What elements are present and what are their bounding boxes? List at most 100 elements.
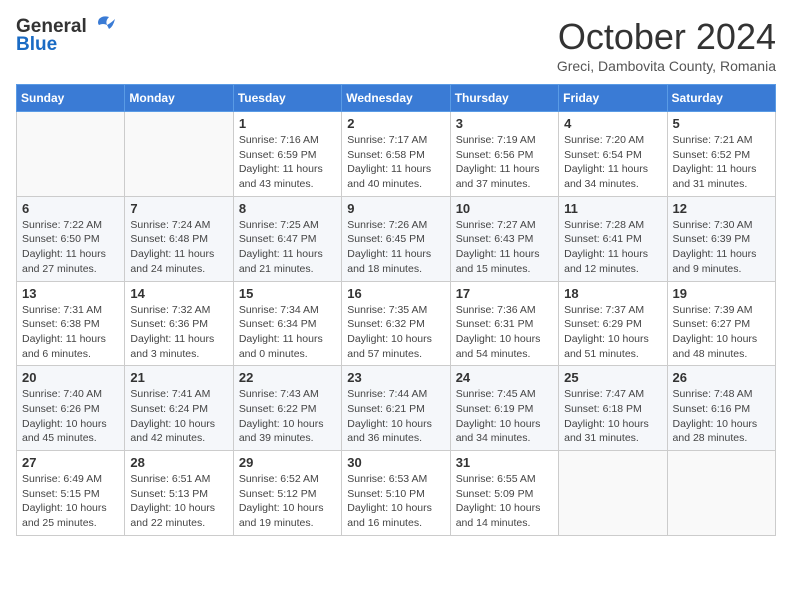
weekday-header-monday: Monday bbox=[125, 85, 233, 112]
calendar-cell: 24Sunrise: 7:45 AM Sunset: 6:19 PM Dayli… bbox=[450, 366, 558, 451]
calendar-cell: 3Sunrise: 7:19 AM Sunset: 6:56 PM Daylig… bbox=[450, 112, 558, 197]
day-info: Sunrise: 7:39 AM Sunset: 6:27 PM Dayligh… bbox=[673, 303, 770, 362]
calendar-cell: 21 Sunrise: 7:41 AM Sunset: 6:24 PM Dayli… bbox=[125, 366, 233, 451]
calendar-week-row: 13 Sunrise: 7:31 AM Sunset: 6:38 PM Dayli… bbox=[17, 281, 776, 366]
page-header: General Blue October 2024 Greci, Dambovi… bbox=[16, 16, 776, 74]
day-number: 10 bbox=[456, 201, 553, 216]
day-number: 13 bbox=[22, 286, 119, 301]
day-number: 18 bbox=[564, 286, 661, 301]
day-number: 21 bbox=[130, 370, 227, 385]
day-info: Sunrise: 6:49 AM Sunset: 5:15 PM Dayligh… bbox=[22, 472, 119, 531]
day-info: Sunrise: 7:44 AM Sunset: 6:21 PM Dayligh… bbox=[347, 387, 444, 446]
day-number: 26 bbox=[673, 370, 770, 385]
day-number: 8 bbox=[239, 201, 336, 216]
day-info: Sunrise: 7:31 AM Sunset: 6:38 PM Dayligh… bbox=[22, 303, 119, 362]
location-subtitle: Greci, Dambovita County, Romania bbox=[557, 58, 776, 74]
calendar-cell: 5 Sunrise: 7:21 AM Sunset: 6:52 PM Daylig… bbox=[667, 112, 775, 197]
weekday-header-friday: Friday bbox=[559, 85, 667, 112]
day-number: 11 bbox=[564, 201, 661, 216]
calendar-cell: 9 Sunrise: 7:26 AM Sunset: 6:45 PM Daylig… bbox=[342, 196, 450, 281]
calendar-cell: 4Sunrise: 7:20 AM Sunset: 6:54 PM Daylig… bbox=[559, 112, 667, 197]
calendar-cell: 23 Sunrise: 7:44 AM Sunset: 6:21 PM Dayli… bbox=[342, 366, 450, 451]
logo-bird-icon bbox=[89, 15, 115, 37]
day-info: Sunrise: 7:21 AM Sunset: 6:52 PM Dayligh… bbox=[673, 133, 770, 192]
calendar-cell: 6 Sunrise: 7:22 AM Sunset: 6:50 PM Daylig… bbox=[17, 196, 125, 281]
day-number: 12 bbox=[673, 201, 770, 216]
day-number: 31 bbox=[456, 455, 553, 470]
day-number: 25 bbox=[564, 370, 661, 385]
day-number: 27 bbox=[22, 455, 119, 470]
day-number: 17 bbox=[456, 286, 553, 301]
day-number: 22 bbox=[239, 370, 336, 385]
day-info: Sunrise: 6:51 AM Sunset: 5:13 PM Dayligh… bbox=[130, 472, 227, 531]
calendar-cell: 1Sunrise: 7:16 AM Sunset: 6:59 PM Daylig… bbox=[233, 112, 341, 197]
day-number: 23 bbox=[347, 370, 444, 385]
calendar-week-row: 20 Sunrise: 7:40 AM Sunset: 6:26 PM Dayli… bbox=[17, 366, 776, 451]
logo-blue-text: Blue bbox=[16, 34, 57, 56]
calendar-cell bbox=[559, 451, 667, 536]
day-info: Sunrise: 7:19 AM Sunset: 6:56 PM Dayligh… bbox=[456, 133, 553, 192]
day-info: Sunrise: 6:55 AM Sunset: 5:09 PM Dayligh… bbox=[456, 472, 553, 531]
day-info: Sunrise: 6:52 AM Sunset: 5:12 PM Dayligh… bbox=[239, 472, 336, 531]
day-info: Sunrise: 7:47 AM Sunset: 6:18 PM Dayligh… bbox=[564, 387, 661, 446]
day-number: 7 bbox=[130, 201, 227, 216]
day-number: 5 bbox=[673, 116, 770, 131]
day-info: Sunrise: 7:17 AM Sunset: 6:58 PM Dayligh… bbox=[347, 133, 444, 192]
calendar-cell: 22 Sunrise: 7:43 AM Sunset: 6:22 PM Dayli… bbox=[233, 366, 341, 451]
day-number: 30 bbox=[347, 455, 444, 470]
day-number: 6 bbox=[22, 201, 119, 216]
calendar-week-row: 1Sunrise: 7:16 AM Sunset: 6:59 PM Daylig… bbox=[17, 112, 776, 197]
day-info: Sunrise: 7:48 AM Sunset: 6:16 PM Dayligh… bbox=[673, 387, 770, 446]
calendar-cell: 8Sunrise: 7:25 AM Sunset: 6:47 PM Daylig… bbox=[233, 196, 341, 281]
calendar-cell: 15Sunrise: 7:34 AM Sunset: 6:34 PM Dayli… bbox=[233, 281, 341, 366]
day-info: Sunrise: 7:22 AM Sunset: 6:50 PM Dayligh… bbox=[22, 218, 119, 277]
day-number: 9 bbox=[347, 201, 444, 216]
day-info: Sunrise: 7:26 AM Sunset: 6:45 PM Dayligh… bbox=[347, 218, 444, 277]
calendar-cell: 25 Sunrise: 7:47 AM Sunset: 6:18 PM Dayli… bbox=[559, 366, 667, 451]
day-info: Sunrise: 7:41 AM Sunset: 6:24 PM Dayligh… bbox=[130, 387, 227, 446]
day-info: Sunrise: 7:40 AM Sunset: 6:26 PM Dayligh… bbox=[22, 387, 119, 446]
weekday-header-thursday: Thursday bbox=[450, 85, 558, 112]
day-number: 2 bbox=[347, 116, 444, 131]
day-number: 24 bbox=[456, 370, 553, 385]
day-info: Sunrise: 7:35 AM Sunset: 6:32 PM Dayligh… bbox=[347, 303, 444, 362]
day-number: 4 bbox=[564, 116, 661, 131]
calendar-cell: 12 Sunrise: 7:30 AM Sunset: 6:39 PM Dayli… bbox=[667, 196, 775, 281]
calendar-cell bbox=[125, 112, 233, 197]
weekday-header-wednesday: Wednesday bbox=[342, 85, 450, 112]
calendar-cell: 18 Sunrise: 7:37 AM Sunset: 6:29 PM Dayli… bbox=[559, 281, 667, 366]
calendar-cell: 30 Sunrise: 6:53 AM Sunset: 5:10 PM Dayli… bbox=[342, 451, 450, 536]
calendar-week-row: 6 Sunrise: 7:22 AM Sunset: 6:50 PM Daylig… bbox=[17, 196, 776, 281]
calendar-cell: 27 Sunrise: 6:49 AM Sunset: 5:15 PM Dayli… bbox=[17, 451, 125, 536]
day-info: Sunrise: 7:16 AM Sunset: 6:59 PM Dayligh… bbox=[239, 133, 336, 192]
day-info: Sunrise: 7:43 AM Sunset: 6:22 PM Dayligh… bbox=[239, 387, 336, 446]
calendar-cell: 17Sunrise: 7:36 AM Sunset: 6:31 PM Dayli… bbox=[450, 281, 558, 366]
logo: General Blue bbox=[16, 16, 115, 56]
day-number: 20 bbox=[22, 370, 119, 385]
day-info: Sunrise: 7:27 AM Sunset: 6:43 PM Dayligh… bbox=[456, 218, 553, 277]
calendar-cell bbox=[667, 451, 775, 536]
calendar-cell: 19Sunrise: 7:39 AM Sunset: 6:27 PM Dayli… bbox=[667, 281, 775, 366]
day-info: Sunrise: 7:24 AM Sunset: 6:48 PM Dayligh… bbox=[130, 218, 227, 277]
title-section: October 2024 Greci, Dambovita County, Ro… bbox=[557, 16, 776, 74]
weekday-header-tuesday: Tuesday bbox=[233, 85, 341, 112]
day-number: 16 bbox=[347, 286, 444, 301]
calendar-cell bbox=[17, 112, 125, 197]
calendar-cell: 26 Sunrise: 7:48 AM Sunset: 6:16 PM Dayli… bbox=[667, 366, 775, 451]
calendar-cell: 7 Sunrise: 7:24 AM Sunset: 6:48 PM Daylig… bbox=[125, 196, 233, 281]
day-info: Sunrise: 6:53 AM Sunset: 5:10 PM Dayligh… bbox=[347, 472, 444, 531]
calendar-cell: 10 Sunrise: 7:27 AM Sunset: 6:43 PM Dayli… bbox=[450, 196, 558, 281]
calendar-header-row: SundayMondayTuesdayWednesdayThursdayFrid… bbox=[17, 85, 776, 112]
day-number: 28 bbox=[130, 455, 227, 470]
weekday-header-saturday: Saturday bbox=[667, 85, 775, 112]
month-title: October 2024 bbox=[557, 16, 776, 58]
calendar-table: SundayMondayTuesdayWednesdayThursdayFrid… bbox=[16, 84, 776, 536]
calendar-week-row: 27 Sunrise: 6:49 AM Sunset: 5:15 PM Dayli… bbox=[17, 451, 776, 536]
day-info: Sunrise: 7:37 AM Sunset: 6:29 PM Dayligh… bbox=[564, 303, 661, 362]
day-info: Sunrise: 7:30 AM Sunset: 6:39 PM Dayligh… bbox=[673, 218, 770, 277]
calendar-cell: 28 Sunrise: 6:51 AM Sunset: 5:13 PM Dayli… bbox=[125, 451, 233, 536]
day-number: 29 bbox=[239, 455, 336, 470]
day-number: 15 bbox=[239, 286, 336, 301]
calendar-cell: 14Sunrise: 7:32 AM Sunset: 6:36 PM Dayli… bbox=[125, 281, 233, 366]
day-info: Sunrise: 7:32 AM Sunset: 6:36 PM Dayligh… bbox=[130, 303, 227, 362]
